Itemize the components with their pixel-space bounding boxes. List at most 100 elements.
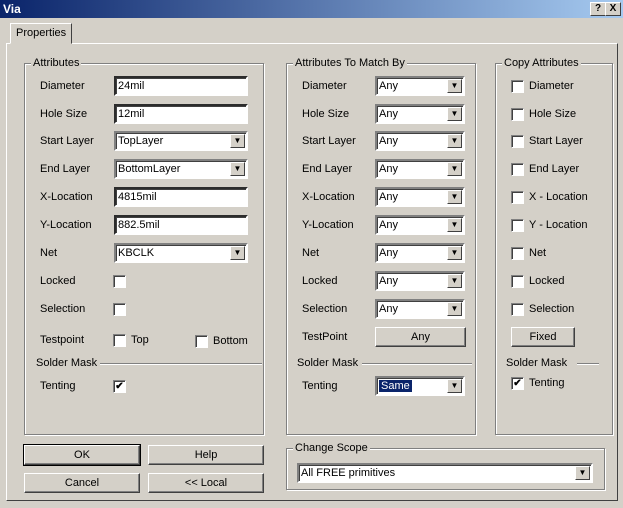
copy-checkbox[interactable] — [511, 275, 524, 288]
chevron-down-icon[interactable]: ▼ — [447, 218, 462, 232]
match-label: Selection — [302, 303, 348, 315]
change-scope-title: Change Scope — [293, 442, 370, 454]
match-label: Locked — [302, 275, 338, 287]
net-label: Net — [40, 247, 58, 259]
match-value: Any — [379, 108, 398, 120]
chevron-down-icon[interactable]: ▼ — [575, 466, 590, 480]
copy-checkbox[interactable] — [511, 108, 524, 121]
copy-checkbox[interactable] — [511, 247, 524, 260]
selection-checkbox[interactable] — [113, 303, 126, 316]
divider — [577, 363, 599, 365]
tab-properties[interactable]: Properties — [10, 23, 72, 44]
attributes-title: Attributes — [31, 57, 82, 69]
copy-checkbox[interactable] — [511, 191, 524, 204]
match-label: Hole Size — [302, 108, 350, 120]
copy-label: Diameter — [529, 80, 574, 92]
net-select[interactable]: KBCLK ▼ — [114, 243, 248, 263]
end-layer-label: End Layer — [40, 163, 91, 175]
change-scope-select[interactable]: All FREE primitives ▼ — [297, 463, 593, 483]
chevron-down-icon[interactable]: ▼ — [447, 379, 462, 393]
copy-label: Hole Size — [529, 108, 577, 120]
match-select[interactable]: Any ▼ — [375, 131, 465, 151]
match-value: Any — [379, 163, 398, 175]
divider — [100, 363, 262, 365]
testpoint-label: Testpoint — [40, 334, 85, 346]
chevron-down-icon[interactable]: ▼ — [447, 246, 462, 260]
tenting-checkbox[interactable]: ✔ — [113, 380, 126, 393]
diameter-input[interactable]: 24mil — [114, 76, 248, 96]
locked-checkbox[interactable] — [113, 275, 126, 288]
chevron-down-icon[interactable]: ▼ — [447, 302, 462, 316]
match-label: Start Layer — [302, 135, 356, 147]
y-location-input[interactable]: 882.5mil — [114, 215, 248, 235]
match-tenting-select[interactable]: Same ▼ — [375, 376, 465, 396]
help-title-button[interactable]: ? — [590, 2, 606, 16]
testpoint-bottom-label: Bottom — [213, 335, 248, 347]
match-label: End Layer — [302, 163, 353, 175]
match-label: Net — [302, 247, 320, 259]
match-label: Diameter — [302, 80, 347, 92]
match-select[interactable]: Any ▼ — [375, 159, 465, 179]
selection-label: Selection — [40, 303, 86, 315]
match-value: Any — [379, 191, 398, 203]
copy-checkbox[interactable] — [511, 219, 524, 232]
change-scope-value: All FREE primitives — [301, 467, 396, 479]
end-layer-value: BottomLayer — [118, 163, 181, 175]
start-layer-select[interactable]: TopLayer ▼ — [114, 131, 248, 151]
copy-label: Selection — [529, 303, 575, 315]
testpoint-top-label: Top — [131, 334, 149, 346]
chevron-down-icon[interactable]: ▼ — [447, 107, 462, 121]
copy-label: End Layer — [529, 163, 580, 175]
copy-label: Net — [529, 247, 547, 259]
match-tenting-label: Tenting — [302, 380, 338, 392]
copy-label: Y - Location — [529, 219, 588, 231]
chevron-down-icon[interactable]: ▼ — [447, 190, 462, 204]
end-layer-select[interactable]: BottomLayer ▼ — [114, 159, 248, 179]
net-value: KBCLK — [118, 247, 155, 259]
copy-fixed-button[interactable]: Fixed — [511, 327, 575, 347]
tenting-label: Tenting — [40, 380, 76, 392]
x-location-input[interactable]: 4815mil — [114, 187, 248, 207]
testpoint-bottom-checkbox[interactable] — [195, 335, 208, 348]
hole-size-input[interactable]: 12mil — [114, 104, 248, 124]
copy-label: Locked — [529, 275, 565, 287]
match-select[interactable]: Any ▼ — [375, 243, 465, 263]
match-value: Any — [379, 275, 398, 287]
copy-checkbox[interactable] — [511, 163, 524, 176]
diameter-label: Diameter — [40, 80, 85, 92]
chevron-down-icon[interactable]: ▼ — [447, 274, 462, 288]
local-button[interactable]: << Local — [148, 473, 264, 493]
cancel-button[interactable]: Cancel — [24, 473, 140, 493]
match-select[interactable]: Any ▼ — [375, 299, 465, 319]
chevron-down-icon[interactable]: ▼ — [230, 246, 245, 260]
ok-button[interactable]: OK — [23, 444, 141, 466]
copy-checkbox[interactable] — [511, 80, 524, 93]
close-button[interactable]: X — [605, 2, 621, 16]
copy-checkbox[interactable] — [511, 135, 524, 148]
match-select[interactable]: Any ▼ — [375, 187, 465, 207]
match-select[interactable]: Any ▼ — [375, 76, 465, 96]
match-value: Any — [379, 303, 398, 315]
match-select[interactable]: Any ▼ — [375, 271, 465, 291]
copy-label: X - Location — [529, 191, 588, 203]
testpoint-top-checkbox[interactable] — [113, 334, 126, 347]
hole-size-label: Hole Size — [40, 108, 88, 120]
help-button[interactable]: Help — [148, 445, 264, 465]
copy-solder-mask-label: Solder Mask — [506, 357, 568, 369]
match-testpoint-button[interactable]: Any — [375, 327, 466, 347]
copy-checkbox[interactable] — [511, 303, 524, 316]
match-solder-mask-label: Solder Mask — [297, 357, 359, 369]
copy-tenting-label: Tenting — [529, 377, 565, 389]
match-select[interactable]: Any ▼ — [375, 215, 465, 235]
chevron-down-icon[interactable]: ▼ — [230, 162, 245, 176]
chevron-down-icon[interactable]: ▼ — [447, 162, 462, 176]
match-select[interactable]: Any ▼ — [375, 104, 465, 124]
divider — [362, 363, 472, 365]
match-value: Any — [379, 135, 398, 147]
locked-label: Locked — [40, 275, 76, 287]
chevron-down-icon[interactable]: ▼ — [447, 79, 462, 93]
chevron-down-icon[interactable]: ▼ — [447, 134, 462, 148]
copy-tenting-checkbox[interactable]: ✔ — [511, 377, 524, 390]
copy-label: Start Layer — [529, 135, 583, 147]
chevron-down-icon[interactable]: ▼ — [230, 134, 245, 148]
